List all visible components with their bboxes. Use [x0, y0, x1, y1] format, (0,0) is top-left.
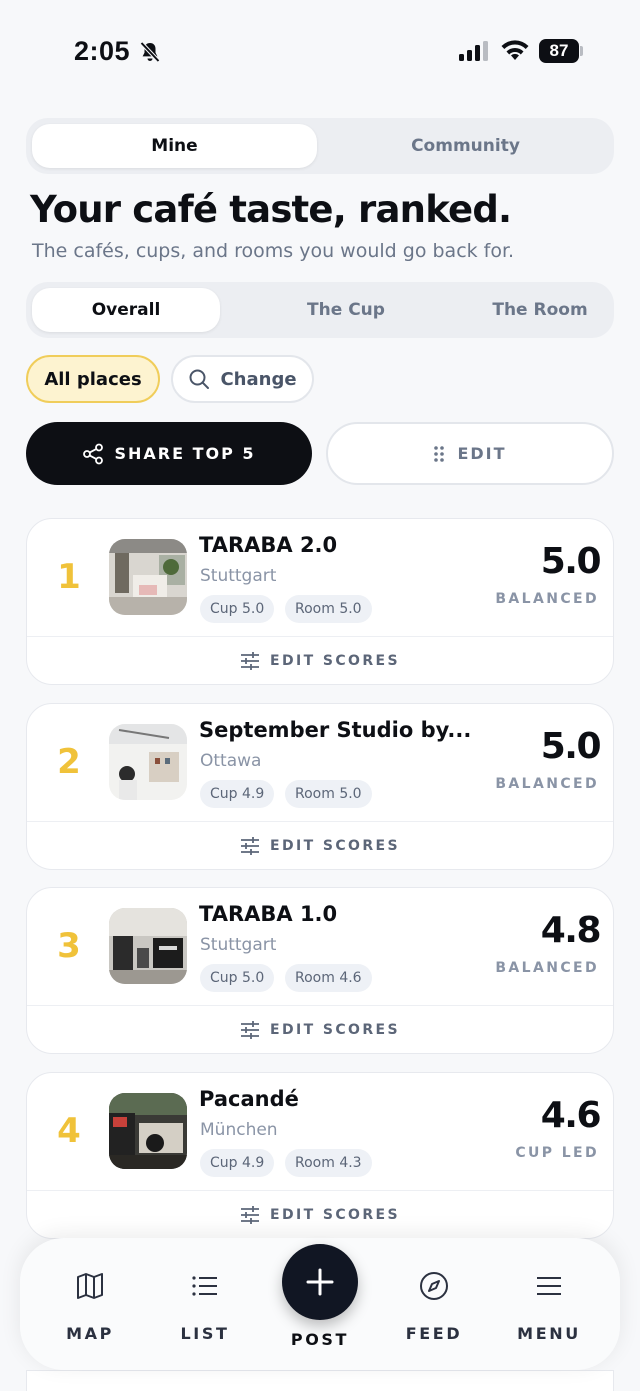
nav-post-label: POST	[290, 1330, 350, 1349]
plus-icon	[306, 1268, 334, 1296]
tab-the-cup[interactable]: The Cup	[252, 288, 440, 332]
battery-indicator: 87	[539, 39, 579, 63]
change-filter-chip[interactable]: Change	[171, 355, 314, 403]
score-profile-label: CUP LED	[515, 1145, 599, 1161]
bell-muted-icon	[140, 41, 160, 63]
share-top-5-button[interactable]: SHARE TOP 5	[26, 422, 312, 485]
cafe-city: München	[200, 1120, 278, 1140]
edit-scores-button[interactable]: EDIT SCORES	[27, 1006, 613, 1053]
compass-icon	[420, 1272, 448, 1300]
edit-order-button[interactable]: EDIT	[326, 422, 614, 485]
edit-scores-label: EDIT SCORES	[270, 653, 400, 669]
search-icon	[189, 369, 210, 389]
overall-score: 4.8	[540, 910, 602, 951]
nav-map-label: MAP	[66, 1324, 114, 1343]
edit-scores-button[interactable]: EDIT SCORES	[27, 1191, 613, 1238]
cup-score-tag: Cup 5.0	[200, 595, 275, 623]
rank-number: 3	[57, 926, 81, 966]
tab-overall[interactable]: Overall	[32, 288, 220, 332]
edit-order-label: EDIT	[457, 444, 507, 463]
sliders-icon	[241, 1206, 260, 1224]
drag-handle-icon	[434, 445, 445, 462]
cafe-card[interactable]: 2 September Studio by... Ottawa Cup 4.9 …	[26, 703, 614, 870]
next-card-peek	[26, 1370, 614, 1391]
sliders-icon	[241, 652, 260, 670]
room-score-tag: Room 5.0	[285, 595, 372, 623]
cafe-card[interactable]: 4 Pacandé München Cup 4.9 Room 4.3 4.6 C…	[26, 1072, 614, 1239]
edit-scores-label: EDIT SCORES	[270, 838, 400, 854]
cafe-city: Ottawa	[200, 751, 262, 771]
cafe-city: Stuttgart	[200, 566, 277, 586]
rank-number: 1	[57, 557, 81, 597]
nav-feed-label: FEED	[405, 1324, 463, 1343]
cup-score-tag: Cup 5.0	[200, 964, 275, 992]
room-score-tag: Room 4.3	[285, 1149, 372, 1177]
cup-score-tag: Cup 4.9	[200, 780, 275, 808]
post-button[interactable]	[282, 1244, 358, 1320]
cafe-name: Pacandé	[199, 1087, 299, 1111]
ranking-segmented-control: Overall The Cup The Room	[26, 282, 614, 338]
list-icon	[192, 1276, 217, 1296]
rank-number: 4	[57, 1111, 81, 1151]
nav-menu[interactable]: MENU	[499, 1270, 599, 1360]
share-top-5-label: SHARE TOP 5	[114, 444, 256, 463]
room-score-tag: Room 5.0	[285, 780, 372, 808]
share-icon	[83, 443, 104, 464]
cafe-photo	[109, 724, 187, 800]
cafe-name: September Studio by...	[199, 718, 472, 742]
cafe-card[interactable]: 3 TARABA 1.0 Stuttgart Cup 5.0 Room 4.6 …	[26, 887, 614, 1054]
cup-score-tag: Cup 4.9	[200, 1149, 275, 1177]
score-profile-label: BALANCED	[495, 776, 599, 792]
scope-segmented-control: Mine Community	[26, 118, 614, 174]
nav-feed[interactable]: FEED	[384, 1270, 484, 1360]
cafe-name: TARABA 2.0	[199, 533, 338, 557]
cafe-photo	[109, 539, 187, 615]
nav-map[interactable]: MAP	[40, 1270, 140, 1360]
sliders-icon	[241, 837, 260, 855]
sliders-icon	[241, 1021, 260, 1039]
status-time: 2:05	[74, 36, 131, 66]
score-profile-label: BALANCED	[495, 591, 599, 607]
cafe-name: TARABA 1.0	[199, 902, 338, 926]
cafe-photo	[109, 1093, 187, 1169]
overall-score: 5.0	[540, 726, 602, 767]
score-profile-label: BALANCED	[495, 960, 599, 976]
status-bar: 2:05 87	[0, 0, 640, 100]
change-filter-label: Change	[220, 368, 297, 390]
cellular-signal-icon	[459, 41, 488, 61]
edit-scores-label: EDIT SCORES	[270, 1022, 400, 1038]
page-title: Your café taste, ranked.	[30, 188, 512, 231]
menu-icon	[537, 1277, 561, 1295]
wifi-icon	[501, 40, 529, 60]
rank-number: 2	[57, 742, 81, 782]
tab-mine[interactable]: Mine	[32, 124, 317, 168]
all-places-chip[interactable]: All places	[26, 355, 160, 403]
nav-list[interactable]: LIST	[155, 1270, 255, 1360]
nav-list-label: LIST	[180, 1324, 230, 1343]
cafe-photo	[109, 908, 187, 984]
overall-score: 4.6	[540, 1095, 602, 1136]
edit-scores-button[interactable]: EDIT SCORES	[27, 637, 613, 684]
tab-the-room[interactable]: The Room	[446, 288, 634, 332]
edit-scores-button[interactable]: EDIT SCORES	[27, 822, 613, 869]
nav-menu-label: MENU	[517, 1324, 581, 1343]
tab-community[interactable]: Community	[323, 124, 608, 168]
page-subtitle: The cafés, cups, and rooms you would go …	[32, 240, 515, 262]
edit-scores-label: EDIT SCORES	[270, 1207, 400, 1223]
nav-post[interactable]: POST	[270, 1238, 370, 1349]
cafe-city: Stuttgart	[200, 935, 277, 955]
map-icon	[77, 1273, 103, 1299]
battery-tip	[580, 46, 583, 56]
bottom-nav: MAP LIST POST FEED MENU	[20, 1238, 620, 1370]
cafe-card[interactable]: 1 TARABA 2.0 Stuttgart Cup 5.0 Room 5.0 …	[26, 518, 614, 685]
overall-score: 5.0	[540, 541, 602, 582]
room-score-tag: Room 4.6	[285, 964, 372, 992]
